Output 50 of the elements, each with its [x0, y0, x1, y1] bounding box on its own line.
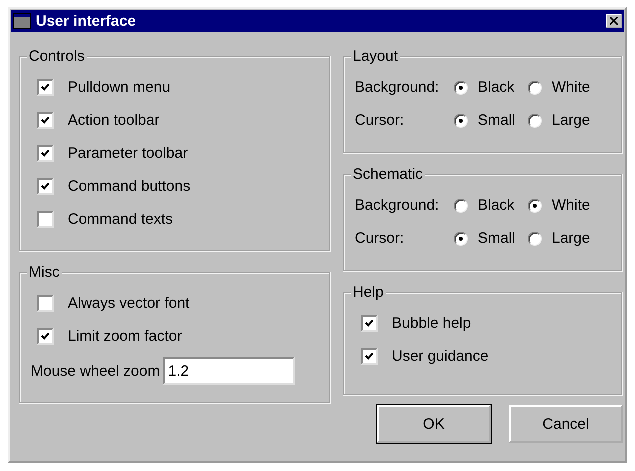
radio-button[interactable]	[454, 198, 468, 212]
checkbox-label: Limit zoom factor	[68, 328, 182, 345]
checkbox[interactable]	[37, 112, 54, 129]
checkbox-label: Bubble help	[392, 315, 472, 332]
group-title: Layout	[352, 48, 400, 65]
radio-label: Small	[478, 230, 516, 247]
checkbox[interactable]	[37, 295, 54, 312]
radio-button[interactable]	[454, 114, 468, 128]
radio-label: Black	[478, 79, 515, 96]
radio-button[interactable]	[528, 232, 542, 246]
group-title: Schematic	[352, 166, 424, 183]
checkbox-label: Pulldown menu	[68, 79, 171, 96]
radio-button[interactable]	[454, 80, 468, 94]
row-label: Cursor:	[355, 112, 406, 129]
checkbox-label: Action toolbar	[68, 112, 160, 129]
row-label: Cursor:	[355, 230, 406, 247]
checkbox[interactable]	[37, 328, 54, 345]
close-button[interactable]	[606, 14, 622, 28]
dialog-button[interactable]: OK	[377, 405, 491, 443]
checkbox[interactable]	[37, 145, 54, 162]
group-title: Misc	[28, 264, 61, 281]
radio-button[interactable]	[528, 114, 542, 128]
radio-button[interactable]	[528, 198, 542, 212]
dialog-button[interactable]: Cancel	[509, 405, 623, 443]
checkbox[interactable]	[37, 211, 54, 228]
radio-button[interactable]	[528, 80, 542, 94]
zoom-input[interactable]: 1.2	[163, 357, 296, 385]
radio-label: White	[552, 79, 590, 96]
window-title: User interface	[36, 12, 138, 30]
checkbox[interactable]	[361, 348, 378, 365]
row-label: Background:	[355, 79, 440, 96]
checkbox[interactable]	[361, 315, 378, 332]
checkbox-label: User guidance	[392, 348, 489, 365]
checkbox-label: Parameter toolbar	[68, 145, 188, 162]
radio-label: White	[552, 197, 590, 214]
field-label: Mouse wheel zoom	[31, 362, 160, 380]
group-title: Controls	[28, 48, 86, 65]
group-title: Help	[352, 284, 385, 301]
checkbox[interactable]	[37, 178, 54, 195]
radio-label: Large	[552, 112, 590, 129]
checkbox-label: Always vector font	[68, 295, 190, 312]
radio-button[interactable]	[454, 232, 468, 246]
checkbox-label: Command buttons	[68, 178, 191, 195]
radio-label: Black	[478, 197, 515, 214]
checkbox[interactable]	[37, 79, 54, 96]
radio-label: Small	[478, 112, 516, 129]
row-label: Background:	[355, 197, 440, 214]
checkbox-label: Command texts	[68, 211, 174, 228]
radio-label: Large	[552, 230, 590, 247]
close-icon	[610, 17, 618, 25]
